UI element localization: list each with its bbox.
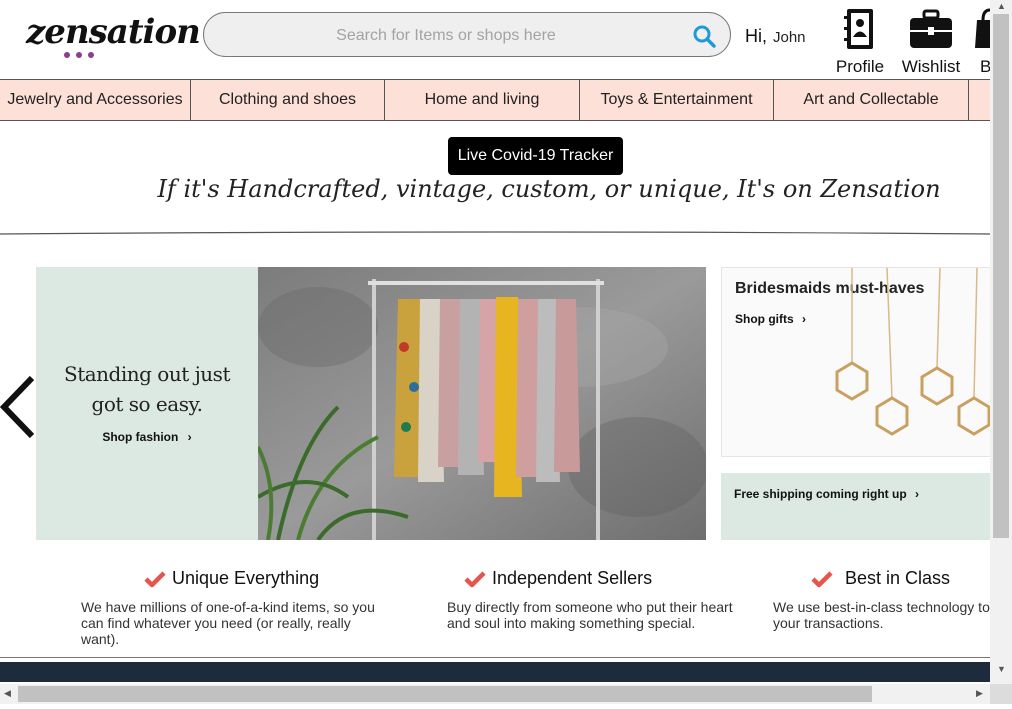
shop-fashion-link[interactable]: Shop fashion › <box>36 430 258 444</box>
contact-book-icon <box>844 9 873 49</box>
free-shipping-link[interactable]: Free shipping coming right up › <box>734 487 919 501</box>
free-shipping-label: Free shipping coming right up <box>734 487 907 501</box>
covid-tracker-button[interactable]: Live Covid-19 Tracker <box>448 137 623 175</box>
wishlist-button[interactable]: Wishlist <box>898 8 964 77</box>
check-icon <box>464 570 486 587</box>
window-bottom-edge <box>0 704 1012 709</box>
briefcase-icon <box>910 9 952 48</box>
bag-button[interactable]: B <box>970 8 990 77</box>
shop-fashion-label: Shop fashion <box>102 430 179 444</box>
search-box <box>203 12 731 58</box>
wishlist-label: Wishlist <box>901 57 961 76</box>
search-icon[interactable] <box>692 24 716 48</box>
category-clothing[interactable]: Clothing and shoes <box>191 80 385 120</box>
user-greeting: Hi, John <box>745 26 806 47</box>
vertical-scrollbar[interactable]: ▲ ▼ <box>990 0 1012 684</box>
logo-dots <box>64 52 94 58</box>
category-home[interactable]: Home and living <box>385 80 580 120</box>
shopping-bag-icon <box>975 8 990 48</box>
feature-title: Best in Class <box>845 568 951 588</box>
hero-headline: Standing out just got so easy. <box>64 362 230 416</box>
profile-label: Profile <box>835 57 885 76</box>
scroll-up-icon[interactable]: ▲ <box>997 1 1006 11</box>
feature-best-in-class: Best in Class We use best-in-class techn… <box>773 568 990 631</box>
profile-button[interactable]: Profile <box>834 8 886 77</box>
bag-label: B <box>980 57 990 76</box>
shop-gifts-label: Shop gifts <box>735 312 794 326</box>
user-name: John <box>773 29 806 46</box>
bridesmaids-promo[interactable]: Bridesmaids must-haves Shop gifts › <box>721 267 990 457</box>
check-icon <box>811 570 833 587</box>
shop-gifts-arrow: › <box>802 312 807 326</box>
shop-gifts-link[interactable]: Shop gifts › <box>735 312 806 326</box>
feature-description: Buy directly from someone who put their … <box>447 599 733 631</box>
footer-band <box>0 662 990 682</box>
category-next[interactable] <box>969 80 990 120</box>
logo-wordmark: zensation <box>26 12 201 52</box>
scroll-down-icon[interactable]: ▼ <box>997 664 1006 674</box>
horizontal-scrollbar[interactable]: ◀ ▶ <box>0 684 990 704</box>
feature-independent: Independent Sellers Buy directly from so… <box>447 568 747 631</box>
footer-divider <box>0 657 990 658</box>
horizontal-scroll-thumb[interactable] <box>18 686 872 702</box>
category-toys[interactable]: Toys & Entertainment <box>580 80 774 120</box>
tagline: If it's Handcrafted, vintage, custom, or… <box>157 175 941 203</box>
hero-banner[interactable]: Standing out just got so easy. Shop fash… <box>36 267 706 540</box>
feature-unique: Unique Everything We have millions of on… <box>81 568 391 647</box>
hero-text-panel: Standing out just got so easy. Shop fash… <box>36 267 258 540</box>
vertical-scroll-thumb[interactable] <box>993 14 1009 538</box>
page-viewport: zensation Hi, John Profile <box>0 0 990 682</box>
scroll-right-icon[interactable]: ▶ <box>976 688 983 699</box>
search-input[interactable] <box>224 13 668 58</box>
shop-fashion-arrow: › <box>187 430 192 444</box>
feature-description: We use best-in-class technology to your … <box>773 599 990 631</box>
category-art[interactable]: Art and Collectable <box>774 80 969 120</box>
feature-title: Unique Everything <box>172 568 320 588</box>
category-jewelry[interactable]: Jewelry and Accessories <box>0 80 191 120</box>
greeting-text: Hi, <box>745 26 767 46</box>
scrollbar-corner <box>990 684 1012 704</box>
chevron-left-icon[interactable] <box>0 372 40 442</box>
necklace-image <box>835 268 990 436</box>
clothing-rack-image <box>258 267 706 540</box>
section-divider <box>0 231 990 235</box>
free-shipping-promo[interactable]: Free shipping coming right up › <box>721 473 990 540</box>
site-logo[interactable]: zensation <box>24 6 201 66</box>
category-nav: Jewelry and Accessories Clothing and sho… <box>0 79 990 121</box>
scroll-left-icon[interactable]: ◀ <box>4 688 11 699</box>
feature-description: We have millions of one-of-a-kind items,… <box>81 599 375 647</box>
feature-title: Independent Sellers <box>492 568 653 588</box>
free-shipping-arrow: › <box>915 487 920 501</box>
check-icon <box>144 570 166 587</box>
